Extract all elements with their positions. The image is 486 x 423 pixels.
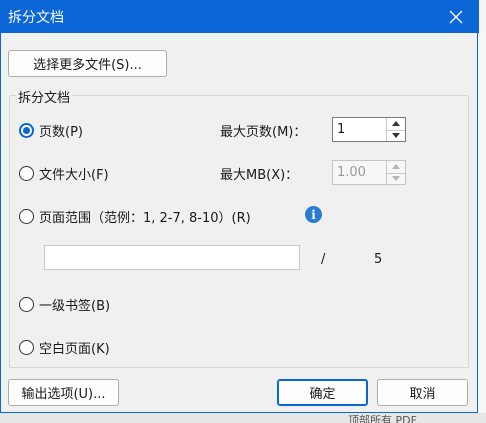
radio-blank-pages[interactable]: 空白页面(K) bbox=[19, 338, 110, 357]
split-document-dialog: 拆分文档 选择更多文件(S)... 拆分文档 页数(P) 最大页数(M)： 1 … bbox=[0, 0, 479, 413]
radio-file-size-indicator bbox=[19, 166, 34, 181]
close-icon bbox=[449, 10, 463, 23]
cancel-button[interactable]: 取消 bbox=[377, 379, 468, 406]
radio-blank-pages-indicator bbox=[19, 340, 34, 355]
page-range-input[interactable] bbox=[44, 245, 300, 270]
output-options-button[interactable]: 输出选项(U)... bbox=[8, 379, 119, 406]
background-text: 顶部所有 PDF bbox=[348, 414, 417, 423]
radio-bookmarks-indicator bbox=[19, 297, 34, 312]
spin-down-button-mb[interactable] bbox=[387, 172, 405, 185]
spin-down-button[interactable] bbox=[387, 129, 405, 142]
radio-page-range-label: 页面范围（范例：1, 2-7, 8-10）(R) bbox=[39, 211, 251, 226]
max-mb-label: 最大MB(X)： bbox=[220, 168, 299, 183]
group-label: 拆分文档 bbox=[16, 87, 73, 106]
max-mb-spinbox[interactable]: 1.00 bbox=[332, 160, 406, 185]
info-icon[interactable]: i bbox=[305, 206, 322, 223]
max-pages-label: 最大页数(M)： bbox=[220, 125, 307, 140]
max-pages-value: 1 bbox=[337, 122, 346, 137]
radio-pages[interactable]: 页数(P) bbox=[19, 121, 83, 140]
radio-pages-indicator bbox=[19, 123, 34, 138]
radio-file-size-label: 文件大小(F) bbox=[39, 168, 109, 183]
close-button[interactable] bbox=[433, 0, 479, 33]
spin-up-button-mb[interactable] bbox=[387, 161, 405, 173]
dialog-title: 拆分文档 bbox=[8, 10, 64, 26]
radio-bookmarks[interactable]: 一级书签(B) bbox=[19, 295, 110, 314]
background-window-edge bbox=[478, 0, 486, 413]
spin-up-button[interactable] bbox=[387, 118, 405, 130]
title-bar: 拆分文档 bbox=[1, 0, 479, 33]
radio-page-range[interactable]: 页面范围（范例：1, 2-7, 8-10）(R) bbox=[19, 207, 251, 226]
spin-arrows-mb bbox=[386, 161, 405, 184]
radio-file-size[interactable]: 文件大小(F) bbox=[19, 164, 109, 183]
select-more-files-button[interactable]: 选择更多文件(S)... bbox=[8, 50, 167, 77]
radio-blank-pages-label: 空白页面(K) bbox=[39, 342, 110, 357]
max-mb-value: 1.00 bbox=[337, 165, 366, 180]
total-pages: 5 bbox=[374, 252, 383, 267]
ok-button[interactable]: 确定 bbox=[277, 379, 368, 406]
radio-page-range-indicator bbox=[19, 209, 34, 224]
range-separator: / bbox=[321, 252, 326, 267]
radio-pages-label: 页数(P) bbox=[39, 125, 83, 140]
radio-bookmarks-label: 一级书签(B) bbox=[39, 299, 111, 314]
max-pages-spinbox[interactable]: 1 bbox=[332, 117, 406, 142]
spin-arrows bbox=[386, 118, 405, 141]
